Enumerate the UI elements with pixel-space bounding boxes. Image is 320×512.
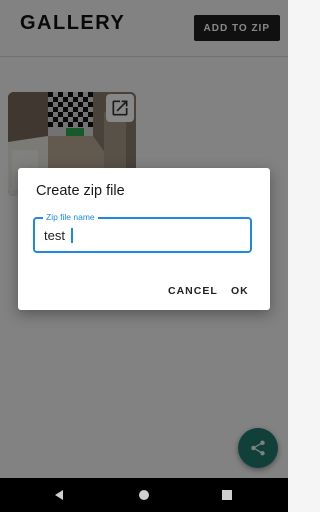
home-circle-icon[interactable] <box>135 486 153 504</box>
system-navigation-bar <box>0 478 288 512</box>
cancel-button[interactable]: CANCEL <box>168 285 218 297</box>
back-triangle-icon[interactable] <box>50 486 68 504</box>
zip-file-name-field[interactable]: Zip file name <box>33 212 252 253</box>
dialog-title: Create zip file <box>36 183 125 199</box>
recents-square-icon[interactable] <box>218 486 236 504</box>
zip-file-name-input[interactable] <box>44 228 234 243</box>
zip-file-name-label: Zip file name <box>43 212 98 222</box>
ok-button[interactable]: OK <box>231 285 249 297</box>
text-caret <box>71 228 73 243</box>
create-zip-dialog: Create zip file Zip file name CANCEL OK <box>18 168 270 310</box>
